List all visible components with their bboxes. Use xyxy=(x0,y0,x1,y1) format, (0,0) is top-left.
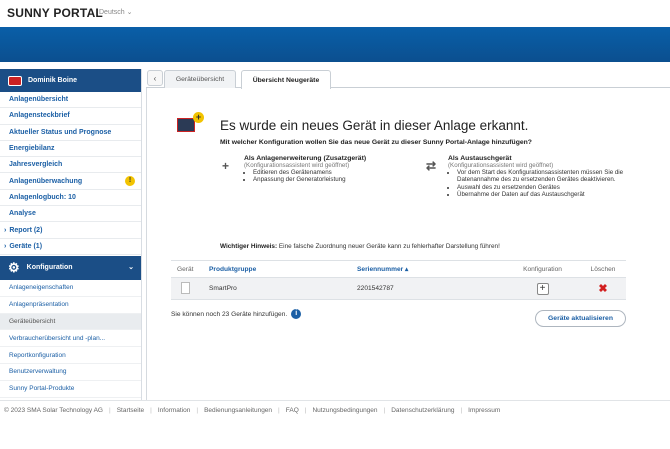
sidebar-item-anlagenlogbuch[interactable]: Anlagenlogbuch: 10 xyxy=(0,190,141,207)
footer: © 2023 SMA Solar Technology AG | Startse… xyxy=(0,400,670,420)
main-area: ‹ Geräteübersicht Übersicht Neugeräte + … xyxy=(146,69,670,400)
column-header-serial[interactable]: Seriennummer ▴ xyxy=(357,260,505,278)
config-question: Mit welcher Konfiguration wollen Sie das… xyxy=(220,139,532,146)
product-group-cell: SmartPro xyxy=(209,277,357,300)
sidebar: Dominik Boine Anlagenübersicht Anlagenst… xyxy=(0,69,142,400)
new-devices-table: Gerät Produktgruppe Seriennummer ▴ Konfi… xyxy=(171,260,626,300)
user-name: Dominik Boine xyxy=(28,77,78,84)
new-device-icon: + xyxy=(177,112,204,134)
footer-link-datenschutz[interactable]: Datenschutzerklärung xyxy=(391,407,454,414)
column-header-config: Konfiguration xyxy=(505,260,580,278)
sidebar-item-anlageneigenschaften[interactable]: Anlageneigenschaften xyxy=(0,280,141,297)
plant-icon xyxy=(8,75,22,86)
configure-button[interactable]: + xyxy=(536,282,549,295)
sidebar-item-geraeteuebersicht[interactable]: Geräteübersicht xyxy=(0,313,141,331)
column-header-product-group[interactable]: Produktgruppe xyxy=(209,260,357,278)
option-bullet: Anpassung der Generatorleistung xyxy=(253,176,422,183)
tab-bar: ‹ Geräteübersicht Übersicht Neugeräte xyxy=(146,69,670,89)
page-title: Es wurde ein neues Gerät in dieser Anlag… xyxy=(220,118,529,133)
sidebar-item-anlagenpraesentation[interactable]: Anlagenpräsentation xyxy=(0,297,141,314)
sidebar-item-report[interactable]: › Report (2) xyxy=(0,222,141,239)
option-austauschgeraet[interactable]: ⇄ Als Austauschgerät (Konfigurationsassi… xyxy=(426,155,641,199)
footer-link-nutzungsbedingungen[interactable]: Nutzungsbedingungen xyxy=(312,407,377,414)
sidebar-item-jahresvergleich[interactable]: Jahresvergleich xyxy=(0,157,141,174)
sidebar-item-anlagenueberwachung[interactable]: Anlagenüberwachung! xyxy=(0,173,141,190)
footer-link-bedienungsanleitungen[interactable]: Bedienungsanleitungen xyxy=(204,407,272,414)
remaining-devices-note: Sie können noch 23 Geräte hinzufügen. i xyxy=(171,309,302,319)
chevron-down-icon: ⌄ xyxy=(128,263,134,271)
update-devices-button[interactable]: Geräte aktualisieren xyxy=(535,310,626,327)
delete-icon[interactable]: ✖ xyxy=(598,283,607,295)
user-header[interactable]: Dominik Boine xyxy=(0,69,141,92)
copyright: © 2023 SMA Solar Technology AG xyxy=(4,407,103,414)
language-selector[interactable]: Deutsch ⌄ xyxy=(99,8,133,16)
sidebar-item-anlagenuebersicht[interactable]: Anlagenübersicht xyxy=(0,92,141,109)
top-bar: SUNNY PORTAL Deutsch ⌄ xyxy=(0,0,670,27)
footer-link-faq[interactable]: FAQ xyxy=(286,407,299,414)
chevron-right-icon: › xyxy=(4,242,7,250)
sidebar-item-analyse[interactable]: Analyse xyxy=(0,206,141,223)
sidebar-item-anlagensteckbrief[interactable]: Anlagensteckbrief xyxy=(0,108,141,125)
column-header-delete: Löschen xyxy=(580,260,626,278)
option-subtitle: (Konfigurationsassistent wird geöffnet) xyxy=(448,162,554,169)
footer-link-startseite[interactable]: Startseite xyxy=(117,407,144,414)
gear-icon: ⚙ xyxy=(8,260,20,276)
info-icon[interactable]: i xyxy=(291,309,302,319)
back-button[interactable]: ‹ xyxy=(147,70,163,86)
sidebar-item-reportkonfiguration[interactable]: Reportkonfiguration xyxy=(0,347,141,364)
option-bullet: Vor dem Start des Konfigurationsassisten… xyxy=(457,169,641,184)
plus-icon: + xyxy=(222,159,230,173)
sidebar-item-status-prognose[interactable]: Aktueller Status und Prognose xyxy=(0,125,141,141)
option-bullet: Auswahl des zu ersetzenden Gerätes xyxy=(457,184,641,191)
sidebar-item-verbraucheruebersicht[interactable]: Verbraucherübersicht und -plan... xyxy=(0,330,141,348)
serial-cell: 2201542787 xyxy=(357,277,505,300)
footer-link-impressum[interactable]: Impressum xyxy=(468,407,500,414)
sidebar-item-energiebilanz[interactable]: Energiebilanz xyxy=(0,141,141,158)
header-banner xyxy=(0,27,670,62)
option-subtitle: (Konfigurationsassistent wird geöffnet) xyxy=(244,162,350,169)
table-row: SmartPro 2201542787 + ✖ xyxy=(171,277,626,300)
sidebar-item-geraete[interactable]: › Geräte (1) xyxy=(0,239,141,255)
tab-uebersicht-neugeraete[interactable]: Übersicht Neugeräte xyxy=(241,70,331,89)
chevron-right-icon: › xyxy=(4,226,7,234)
warning-icon: ! xyxy=(125,176,135,187)
option-bullet: Editieren des Gerätenamens xyxy=(253,169,422,176)
sunny-portal-logo[interactable]: SUNNY PORTAL xyxy=(7,6,103,20)
important-hint: Wichtiger Hinweis: Eine falsche Zuordnun… xyxy=(220,243,500,250)
sidebar-item-sunny-portal-produkte[interactable]: Sunny Portal-Produkte xyxy=(0,381,141,398)
option-title[interactable]: Als Austauschgerät xyxy=(448,155,641,162)
device-icon xyxy=(181,281,190,294)
sidebar-section-konfiguration[interactable]: ⚙ Konfiguration ⌄ xyxy=(0,255,141,280)
sidebar-item-benutzerverwaltung[interactable]: Benutzerverwaltung xyxy=(0,364,141,381)
footer-link-information[interactable]: Information xyxy=(158,407,191,414)
option-title[interactable]: Als Anlagenerweiterung (Zusatzgerät) xyxy=(244,155,422,162)
content-panel: + Es wurde ein neues Gerät in dieser Anl… xyxy=(146,88,670,400)
tab-geraeteuebersicht[interactable]: Geräteübersicht xyxy=(164,70,236,88)
option-anlagenerweiterung[interactable]: + Als Anlagenerweiterung (Zusatzgerät) (… xyxy=(222,155,422,184)
column-header-device: Gerät xyxy=(171,260,209,278)
swap-icon: ⇄ xyxy=(426,159,437,173)
option-bullet: Übernahme der Daten auf das Austauschger… xyxy=(457,191,641,198)
